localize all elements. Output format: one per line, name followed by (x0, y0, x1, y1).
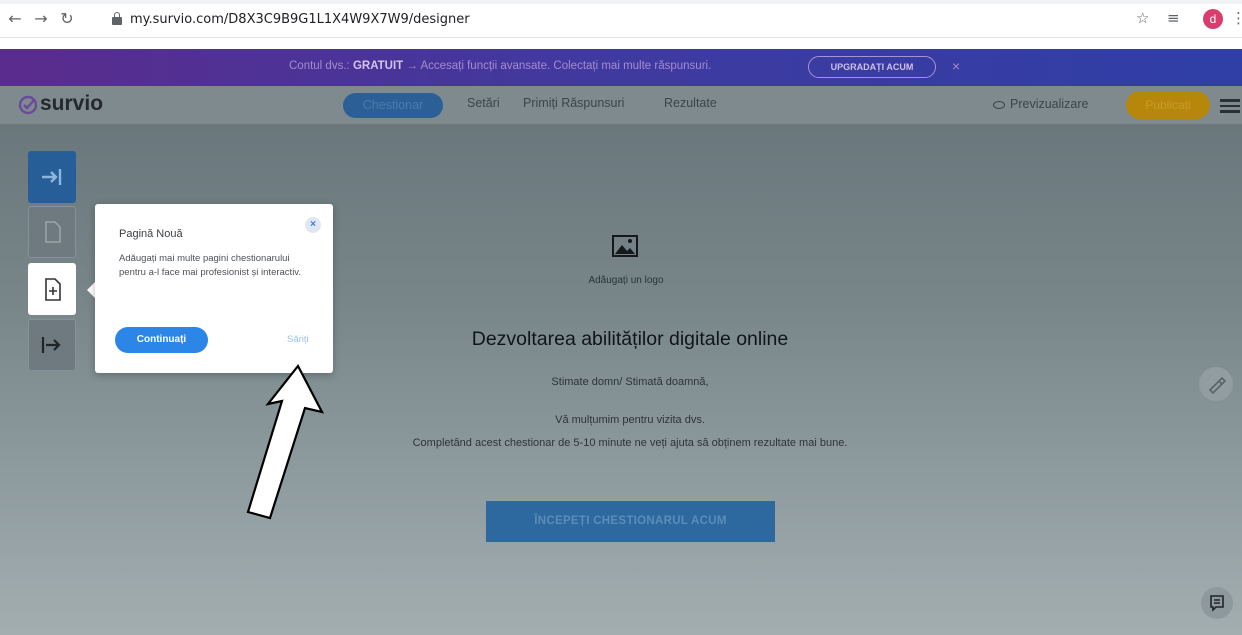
tab-strip (0, 0, 1242, 4)
reading-list-icon[interactable]: ≡ (1167, 9, 1180, 27)
chat-icon (1210, 595, 1224, 612)
sidebar-tool-intro[interactable] (28, 151, 76, 203)
tab-responses[interactable]: Primiți Răspunsuri (523, 96, 624, 110)
promo-text: Contul dvs.: GRATUIT → Accesați funcții … (289, 60, 711, 72)
design-edit-button[interactable] (1199, 367, 1233, 401)
start-survey-button[interactable]: ÎNCEPEȚI CHESTIONARUL ACUM (486, 501, 775, 542)
sidebar-tool-exit[interactable] (28, 319, 76, 371)
tab-results[interactable]: Rezultate (664, 96, 717, 110)
url-text: my.survio.com/D8X3C9B9G1L1X4W9X7W9/desig… (130, 12, 470, 27)
promo-cta-text: → Accesați funcții avansate. Colectați m… (403, 60, 712, 72)
promo-plan: GRATUIT (352, 60, 404, 72)
survey-description[interactable]: Completând acest chestionar de 5-10 minu… (366, 434, 894, 452)
survey-title[interactable]: Dezvoltarea abilităților digitale online (380, 328, 880, 351)
image-icon[interactable] (612, 235, 638, 257)
annotation-arrow-icon (246, 363, 325, 520)
chat-button[interactable] (1201, 587, 1233, 619)
profile-avatar[interactable]: d (1203, 9, 1223, 29)
survey-thanks[interactable]: Vă mulțumim pentru vizita dvs. (380, 414, 880, 426)
eye-icon (993, 100, 1005, 109)
sidebar-tool-new-page[interactable] (28, 263, 76, 315)
preview-button[interactable]: Previzualizare (993, 97, 1089, 111)
menu-icon[interactable] (1220, 99, 1240, 113)
continue-button[interactable]: Continuați (115, 327, 208, 353)
enter-icon (42, 169, 62, 185)
promo-close-icon[interactable]: × (952, 58, 960, 74)
app-header: survio Chestionar Setări Primiți Răspuns… (0, 86, 1242, 124)
exit-icon (41, 337, 61, 353)
tab-settings[interactable]: Setări (467, 96, 500, 110)
reload-icon[interactable]: ↻ (58, 10, 76, 28)
upgrade-button[interactable]: UPGRADAȚI ACUM (808, 56, 936, 78)
forward-icon[interactable]: → (32, 10, 50, 28)
promo-account-label: Contul dvs.: (289, 60, 350, 72)
survio-logo-icon (18, 95, 38, 115)
popover-title: Pagină Nouă (119, 228, 183, 240)
tab-questionnaire[interactable]: Chestionar (343, 93, 443, 118)
back-icon[interactable]: ← (6, 10, 24, 28)
page-icon (45, 221, 61, 243)
brush-icon (1208, 376, 1227, 395)
popover-close-icon[interactable]: × (305, 217, 321, 233)
address-bar[interactable]: my.survio.com/D8X3C9B9G1L1X4W9X7W9/desig… (112, 9, 1122, 31)
add-logo-link[interactable]: Adăugați un logo (581, 275, 671, 286)
survey-greeting[interactable]: Stimate domn/ Stimată doamnă, (380, 376, 880, 388)
skip-link[interactable]: Săriți (287, 334, 309, 345)
new-page-popover: Pagină Nouă × Adăugați mai multe pagini … (95, 204, 333, 373)
bookmark-star-icon[interactable]: ☆ (1136, 9, 1149, 27)
preview-label: Previzualizare (1010, 97, 1089, 111)
publish-button[interactable]: Publicați (1126, 91, 1210, 119)
lock-icon (112, 12, 122, 26)
sidebar-tool-page[interactable] (28, 206, 76, 258)
browser-menu-icon[interactable]: ⋮ (1231, 9, 1242, 27)
popover-body: Adăugați mai multe pagini chestionarului… (119, 253, 301, 278)
promo-banner: Contul dvs.: GRATUIT → Accesați funcții … (0, 49, 1242, 86)
browser-toolbar: ← → ↻ my.survio.com/D8X3C9B9G1L1X4W9X7W9… (0, 0, 1242, 38)
add-page-icon (45, 278, 61, 301)
survio-logo[interactable]: survio (40, 92, 103, 116)
